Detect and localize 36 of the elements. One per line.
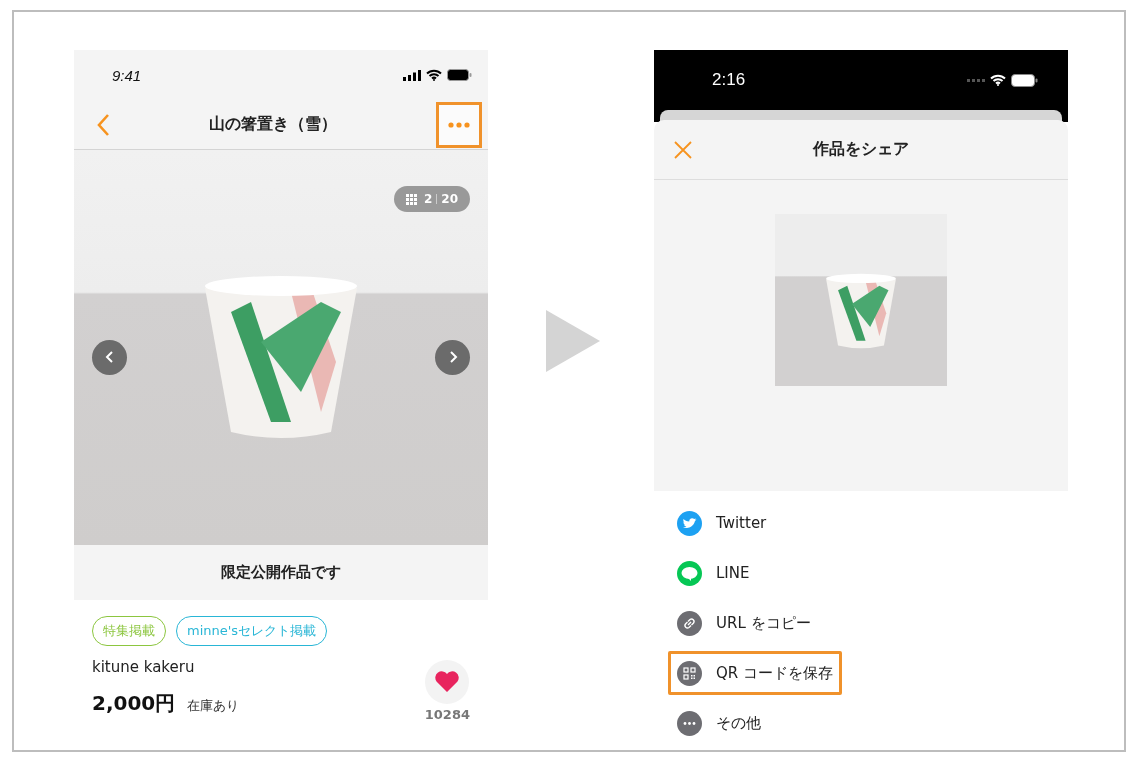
- link-icon: [677, 610, 702, 636]
- previous-photo-button[interactable]: [92, 339, 127, 375]
- qr-code-icon: [677, 660, 702, 686]
- like-count: 10284: [424, 707, 470, 722]
- more-button[interactable]: [436, 101, 482, 148]
- limited-notice: 限定公開作品です: [74, 545, 488, 600]
- more-icon: [448, 121, 470, 128]
- creator-name[interactable]: kitune kakeru: [92, 658, 240, 676]
- status-time: 9:41: [112, 66, 142, 84]
- more-icon: [677, 710, 702, 736]
- signal-icon: [403, 69, 421, 81]
- status-time: 2:16: [712, 70, 746, 90]
- arrow-icon: [546, 310, 600, 372]
- bird-icon: [677, 510, 702, 536]
- share-option[interactable]: URL をコピー: [668, 601, 820, 645]
- photo-counter: 2 20: [393, 186, 470, 212]
- chevron-left-icon: [104, 350, 115, 364]
- signal-icon: [967, 78, 985, 82]
- price: 2,000円: [92, 690, 176, 717]
- chevron-right-icon: [447, 350, 458, 364]
- share-option[interactable]: QR コードを保存: [668, 651, 842, 695]
- battery-icon: [447, 69, 472, 81]
- wifi-icon: [426, 69, 442, 81]
- share-option[interactable]: LINE: [668, 551, 759, 595]
- next-photo-button[interactable]: [435, 339, 470, 375]
- nav-title: 山の箸置き（雪）: [208, 114, 338, 135]
- battery-icon: [1011, 73, 1038, 87]
- grid-icon: [405, 193, 417, 205]
- share-option[interactable]: その他: [668, 701, 770, 745]
- sheet-title: 作品をシェア: [811, 139, 910, 160]
- chat-bubble-icon: [677, 560, 702, 586]
- share-option[interactable]: Twitter: [668, 501, 776, 545]
- stock-status: 在庫あり: [187, 697, 240, 715]
- wifi-icon: [990, 74, 1006, 86]
- heart-icon: [434, 671, 461, 693]
- like-button[interactable]: [425, 660, 470, 704]
